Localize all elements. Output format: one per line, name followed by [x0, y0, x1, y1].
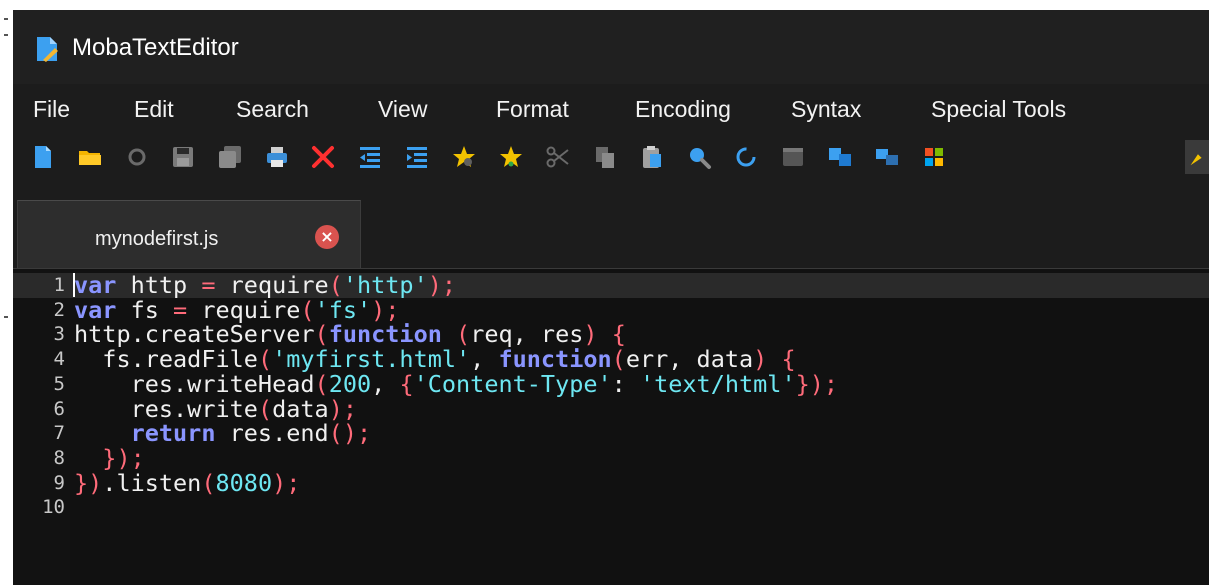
menu-format[interactable]: Format: [496, 96, 569, 123]
tab-mynodefirst[interactable]: mynodefirst.js ×: [17, 200, 361, 268]
menu-view[interactable]: View: [378, 96, 427, 123]
indent-decrease-icon[interactable]: [357, 144, 383, 170]
line-code: res.writeHead(200, {'Content-Type': 'tex…: [74, 369, 839, 398]
code-token: res.end: [215, 419, 329, 448]
code-token: });: [795, 369, 839, 398]
compare-icon[interactable]: [827, 144, 853, 170]
menu-special-tools[interactable]: Special Tools: [931, 96, 1066, 123]
code-token: (: [201, 468, 216, 497]
code-line[interactable]: 9}).listen(8080);: [13, 468, 1209, 497]
code-line[interactable]: 8 });: [13, 446, 1209, 471]
edge-mark: [4, 316, 8, 318]
windows-icon[interactable]: [921, 144, 947, 170]
code-line[interactable]: 5 res.writeHead(200, {'Content-Type': 't…: [13, 369, 1209, 398]
code-line[interactable]: 7 return res.end();: [13, 421, 1209, 446]
line-number: 8: [53, 446, 65, 469]
line-code: var http = require('http');: [74, 273, 456, 298]
code-token: ();: [328, 419, 372, 448]
print-icon[interactable]: [264, 144, 290, 170]
line-number: 1: [53, 274, 65, 296]
line-number: 7: [53, 422, 65, 445]
code-line[interactable]: 6 res.write(data);: [13, 396, 1209, 422]
toolbar: [13, 132, 1209, 182]
terminal-icon[interactable]: [780, 144, 806, 170]
code-token: 'Content-Type': [413, 369, 612, 398]
code-token: {: [399, 369, 414, 398]
tab-strip: mynodefirst.js ×: [13, 200, 1209, 268]
code-line[interactable]: 10: [13, 495, 1209, 520]
cut-icon[interactable]: [545, 144, 571, 170]
line-number: 6: [53, 397, 65, 420]
menu-edit[interactable]: Edit: [134, 96, 174, 123]
code-token: );: [427, 271, 457, 299]
line-number: 5: [53, 372, 65, 395]
search-icon[interactable]: [686, 144, 712, 170]
tab-close-icon[interactable]: ×: [315, 225, 339, 249]
open-folder-icon[interactable]: [77, 144, 103, 170]
line-number: 10: [42, 496, 65, 519]
app-icon: [37, 37, 58, 62]
line-code: res.write(data);: [74, 396, 357, 422]
window-title: MobaTextEditor: [72, 34, 239, 61]
line-number: 9: [53, 471, 65, 494]
edge-mark: [4, 34, 8, 36]
line-code: return res.end();: [74, 419, 372, 448]
code-editor[interactable]: 1 var http = require('http'); 2 var fs = re…: [13, 268, 1209, 585]
code-line[interactable]: 2 var fs = require('fs');: [13, 297, 1209, 323]
code-token: ,: [371, 369, 400, 398]
code-line[interactable]: 1 var http = require('http');: [13, 273, 1209, 298]
code-line[interactable]: 4 fs.readFile('myfirst.html', function(e…: [13, 347, 1209, 372]
desktop-edge: [0, 0, 13, 585]
menu-bar: File Edit Search View Format Encoding Sy…: [13, 90, 1209, 130]
code-token: :: [611, 369, 640, 398]
bookmark-toggle-icon[interactable]: [451, 144, 477, 170]
menu-syntax[interactable]: Syntax: [791, 96, 861, 123]
menu-encoding[interactable]: Encoding: [635, 96, 731, 123]
close-x-icon[interactable]: [310, 144, 336, 170]
line-code: }).listen(8080);: [74, 468, 301, 497]
line-number: 3: [53, 323, 65, 346]
line-code: http.createServer(function (req, res) {: [74, 322, 626, 347]
sync-icon[interactable]: [874, 144, 900, 170]
code-token: .listen: [102, 468, 202, 497]
code-token: }): [74, 468, 103, 497]
paste-icon[interactable]: [639, 144, 665, 170]
code-line[interactable]: 3 http.createServer(function (req, res) {: [13, 322, 1209, 347]
reload-icon[interactable]: [124, 144, 150, 170]
line-code: var fs = require('fs');: [74, 297, 399, 323]
edge-mark: [4, 18, 8, 20]
code-token: );: [272, 468, 301, 497]
refresh-icon[interactable]: [733, 144, 759, 170]
menu-search[interactable]: Search: [236, 96, 309, 123]
indent-increase-icon[interactable]: [404, 144, 430, 170]
line-number: 4: [53, 348, 65, 371]
title-bar[interactable]: MobaTextEditor: [13, 10, 1209, 84]
tab-label: mynodefirst.js: [95, 228, 219, 250]
code-token: 8080: [215, 468, 273, 497]
editor-window: MobaTextEditor File Edit Search View For…: [13, 10, 1209, 585]
more-tools-icon[interactable]: [1185, 140, 1209, 174]
save-icon[interactable]: [170, 144, 196, 170]
new-file-icon[interactable]: [30, 144, 56, 170]
save-all-icon[interactable]: [217, 144, 243, 170]
text-caret: [73, 273, 75, 297]
code-token: 'text/html': [639, 369, 796, 398]
menu-file[interactable]: File: [33, 96, 70, 123]
copy-icon[interactable]: [592, 144, 618, 170]
line-code: fs.readFile('myfirst.html', function(err…: [74, 347, 795, 372]
line-number: 2: [53, 298, 65, 321]
line-code: });: [74, 446, 144, 471]
bookmark-star-icon[interactable]: [498, 144, 524, 170]
